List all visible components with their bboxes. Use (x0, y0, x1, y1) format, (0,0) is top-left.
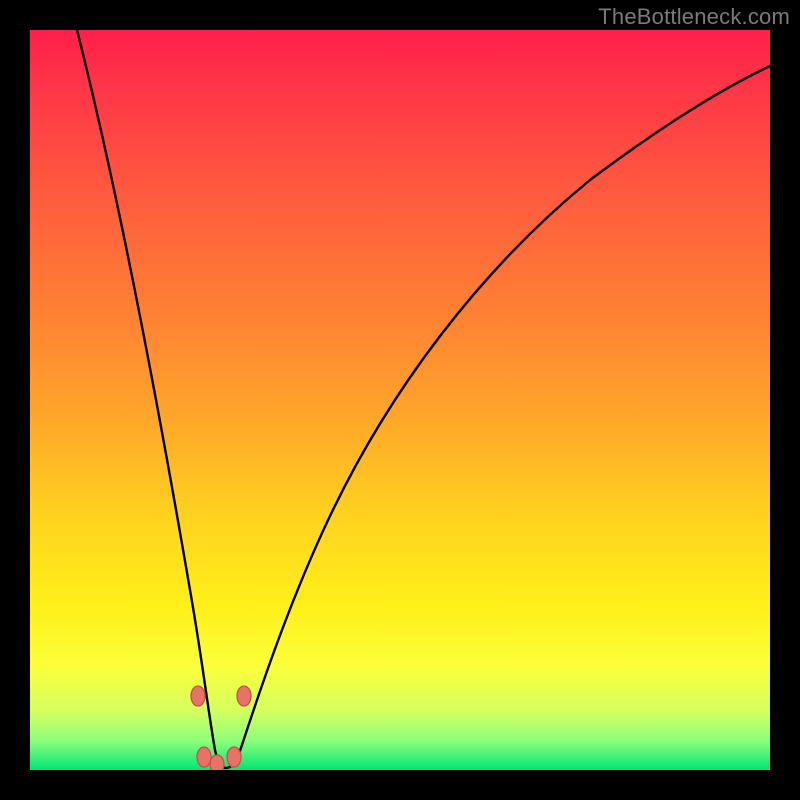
chart-stage: TheBottleneck.com (0, 0, 800, 800)
curve-marker-icon (227, 747, 241, 767)
bottleneck-curve (30, 30, 770, 770)
curve-marker-icon (210, 755, 224, 770)
curve-marker-icon (237, 686, 251, 706)
plot-area (30, 30, 770, 770)
watermark-text: TheBottleneck.com (598, 4, 790, 30)
curve-path (77, 30, 770, 768)
curve-marker-icon (191, 686, 205, 706)
curve-marker-icon (197, 747, 211, 767)
